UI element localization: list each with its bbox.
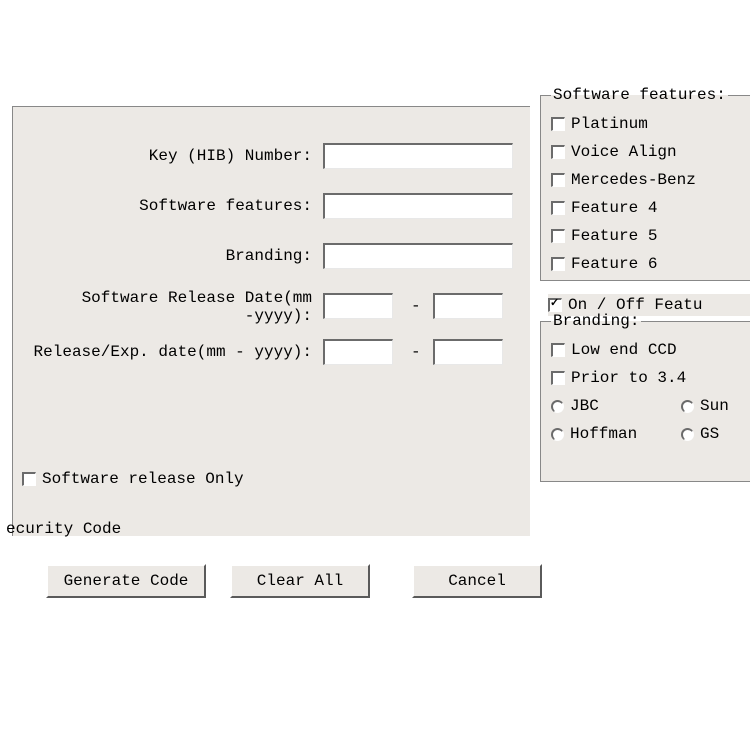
generate-code-button[interactable]: Generate Code (46, 564, 206, 598)
branding-radios: JBC Hoffman Sun GS (551, 392, 750, 448)
key-number-label: Key (HIB) Number: (149, 147, 312, 165)
release-date-dash: - (411, 297, 421, 315)
onoff-feature-checkbox[interactable] (548, 298, 562, 312)
feature-checkbox[interactable] (551, 229, 565, 243)
branding-radio-option[interactable]: GS (681, 420, 729, 448)
feature-option[interactable]: Feature 5 (551, 222, 750, 250)
clear-all-button[interactable]: Clear All (230, 564, 370, 598)
branding-check-label: Prior to 3.4 (571, 369, 686, 387)
feature-option[interactable]: Platinum (551, 110, 750, 138)
branding-radios-left: JBC Hoffman (551, 392, 681, 448)
cancel-button[interactable]: Cancel (412, 564, 542, 598)
row-software-features: Software features: (13, 193, 530, 223)
release-date-mm-input[interactable] (323, 293, 393, 319)
release-date-label-line1: Software Release Date(mm (82, 289, 312, 307)
branding-group: Branding: Low end CCD Prior to 3.4 JBC Hof… (540, 312, 750, 482)
dialog-window: Key (HIB) Number: Software features: Bra… (0, 80, 750, 660)
branding-radio-label: JBC (570, 397, 599, 415)
software-release-only-option[interactable]: Software release Only (22, 470, 244, 488)
software-features-label: Software features: (139, 197, 312, 215)
branding-checkbox[interactable] (551, 343, 565, 357)
branding-check-option[interactable]: Prior to 3.4 (551, 364, 750, 392)
feature-checkbox[interactable] (551, 117, 565, 131)
branding-checks: Low end CCD Prior to 3.4 (551, 336, 750, 392)
feature-option[interactable]: Mercedes-Benz (551, 166, 750, 194)
feature-checkbox[interactable] (551, 201, 565, 215)
branding-label: Branding: (226, 247, 312, 265)
feature-label: Mercedes-Benz (571, 171, 696, 189)
software-features-group: Software features: Platinum Voice Align Me… (540, 86, 750, 281)
row-exp-date: Release/Exp. date(mm - yyyy): - (13, 339, 530, 369)
feature-label: Voice Align (571, 143, 677, 161)
feature-label: Feature 4 (571, 199, 657, 217)
branding-radios-right: Sun GS (681, 392, 729, 448)
feature-checkbox[interactable] (551, 257, 565, 271)
software-features-input[interactable] (323, 193, 513, 219)
branding-radio[interactable] (681, 400, 694, 413)
branding-radio[interactable] (551, 428, 564, 441)
branding-radio-option[interactable]: Hoffman (551, 420, 681, 448)
branding-checkbox[interactable] (551, 371, 565, 385)
software-features-group-legend: Software features: (551, 86, 728, 104)
release-date-yyyy-input[interactable] (433, 293, 503, 319)
release-date-label-line2: -yyyy): (245, 307, 312, 325)
row-release-date: Software Release Date(mm -yyyy): - (13, 293, 530, 323)
feature-option[interactable]: Feature 6 (551, 250, 750, 278)
exp-date-label: Release/Exp. date(mm - yyyy): (34, 343, 312, 361)
software-features-list: Platinum Voice Align Mercedes-Benz Feature … (551, 110, 750, 278)
software-release-only-label: Software release Only (42, 470, 244, 488)
row-key-number: Key (HIB) Number: (13, 143, 530, 173)
feature-label: Platinum (571, 115, 648, 133)
feature-label: Feature 6 (571, 255, 657, 273)
branding-group-legend: Branding: (551, 312, 641, 330)
row-branding: Branding: (13, 243, 530, 273)
branding-radio-label: Sun (700, 397, 729, 415)
branding-radio-option[interactable]: Sun (681, 392, 729, 420)
branding-check-label: Low end CCD (571, 341, 677, 359)
software-release-only-checkbox[interactable] (22, 472, 36, 486)
branding-input[interactable] (323, 243, 513, 269)
branding-check-option[interactable]: Low end CCD (551, 336, 750, 364)
exp-date-mm-input[interactable] (323, 339, 393, 365)
branding-radio[interactable] (681, 428, 694, 441)
exp-date-yyyy-input[interactable] (433, 339, 503, 365)
branding-radio-option[interactable]: JBC (551, 392, 681, 420)
security-code-label: ecurity Code (6, 520, 121, 538)
feature-option[interactable]: Voice Align (551, 138, 750, 166)
feature-checkbox[interactable] (551, 173, 565, 187)
exp-date-dash: - (411, 343, 421, 361)
branding-radio-label: GS (700, 425, 719, 443)
branding-radio[interactable] (551, 400, 564, 413)
branding-radio-label: Hoffman (570, 425, 637, 443)
key-number-input[interactable] (323, 143, 513, 169)
feature-label: Feature 5 (571, 227, 657, 245)
feature-option[interactable]: Feature 4 (551, 194, 750, 222)
release-date-label: Software Release Date(mm -yyyy): (82, 289, 312, 325)
feature-checkbox[interactable] (551, 145, 565, 159)
